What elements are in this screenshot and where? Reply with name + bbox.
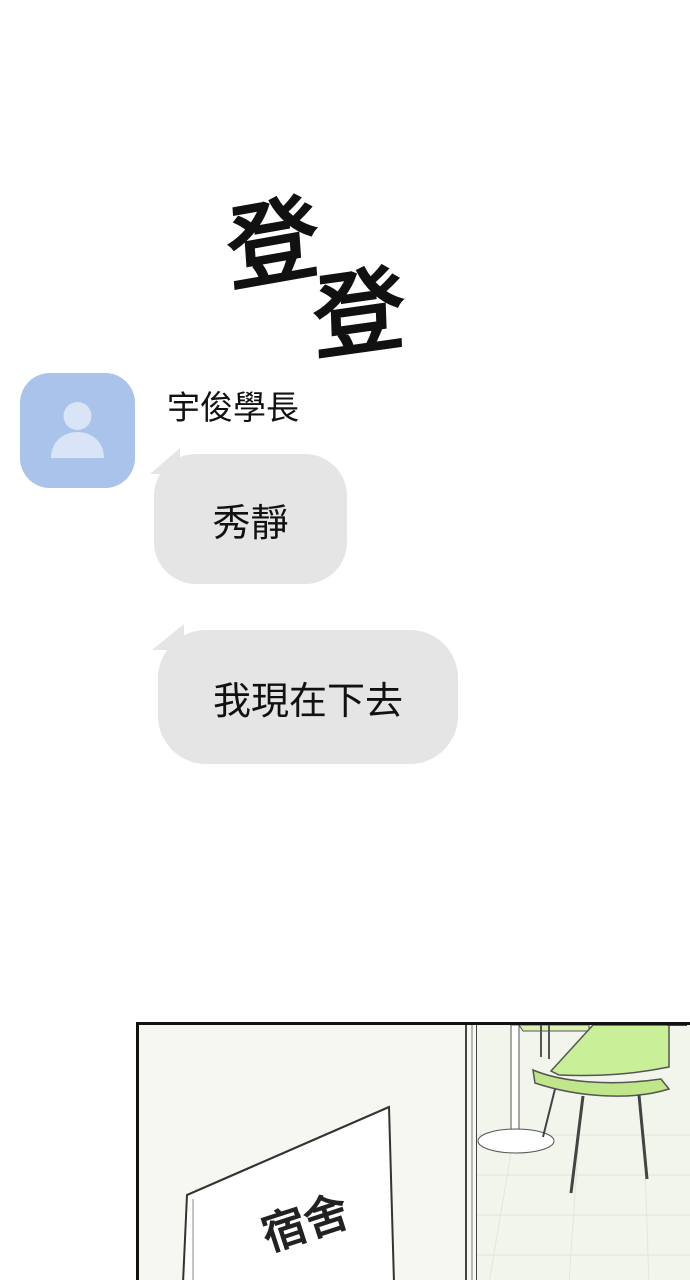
message-bubble-first[interactable]: 秀靜 (154, 454, 347, 584)
lobby-scene (139, 1025, 690, 1280)
sender-name: 宇俊學長 (167, 388, 299, 427)
message-text-first: 秀靜 (212, 500, 289, 545)
sound-effect: 登 登 (205, 180, 425, 375)
message-bubble-second[interactable]: 我現在下去 (158, 630, 458, 764)
sound-effect-char-first: 登 (223, 181, 323, 307)
person-icon (51, 402, 104, 458)
message-text-second: 我現在下去 (212, 678, 403, 723)
sound-effect-char-second: 登 (311, 253, 407, 375)
avatar[interactable] (20, 373, 135, 488)
dorm-lobby-illustration: 宿舍 (136, 1022, 690, 1280)
